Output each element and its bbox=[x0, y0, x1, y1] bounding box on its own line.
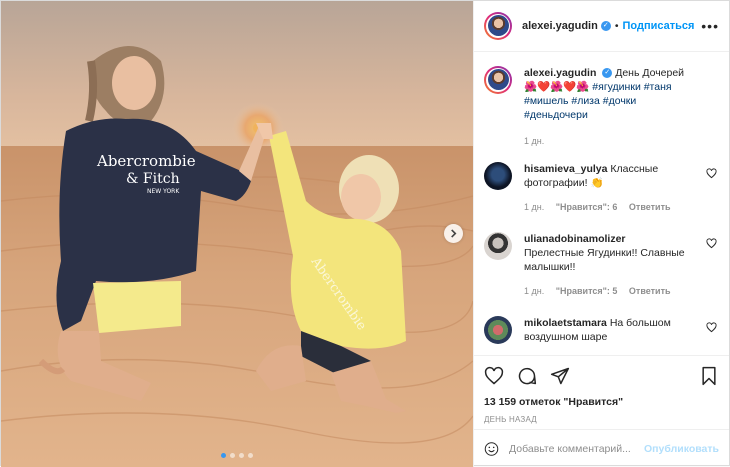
comment-body: mikolaetstamara На большом воздушном шар… bbox=[524, 316, 694, 344]
comment-item: hisamieva_yulya Классные фотографии! 👏 1… bbox=[484, 161, 719, 214]
post-date[interactable]: День назад bbox=[484, 415, 719, 424]
comment-item: mikolaetstamara На большом воздушном шар… bbox=[484, 315, 719, 344]
commenter-avatar[interactable] bbox=[484, 231, 512, 260]
comment-likes[interactable]: "Нравится": 5 bbox=[556, 286, 618, 296]
comment-time[interactable]: 1 дн. bbox=[524, 286, 544, 296]
heart-icon[interactable] bbox=[706, 168, 717, 179]
likes-count[interactable]: 13 159 отметок "Нравится" bbox=[484, 396, 719, 408]
commenter-avatar[interactable] bbox=[484, 315, 512, 344]
instagram-post: Abercrombie & Fitch NEW YORK Abercrombie bbox=[0, 0, 730, 467]
more-options-icon[interactable]: ••• bbox=[701, 18, 719, 34]
comment-text: Прелестные Ягудинки!! Славные малышки!! bbox=[524, 246, 685, 273]
bookmark-icon[interactable] bbox=[699, 366, 719, 386]
next-photo-button[interactable] bbox=[444, 224, 463, 243]
follow-button[interactable]: Подписаться bbox=[623, 20, 695, 32]
comment-username[interactable]: ulianadobinamolizer bbox=[524, 233, 626, 245]
chevron-right-icon bbox=[451, 229, 457, 238]
comment-meta: 1 дн. "Нравится": 6 Ответить bbox=[524, 200, 694, 214]
comment-input[interactable] bbox=[509, 442, 645, 455]
comment-username[interactable]: mikolaetstamara bbox=[524, 317, 607, 329]
comment-body: hisamieva_yulya Классные фотографии! 👏 1… bbox=[524, 162, 694, 214]
comment-time[interactable]: 1 дн. bbox=[524, 202, 544, 212]
sweatshirt-text-3: NEW YORK bbox=[147, 188, 180, 195]
carousel-dot bbox=[230, 453, 235, 458]
publish-button[interactable]: Опубликовать bbox=[644, 443, 719, 455]
comment-item: ulianadobinamolizer Прелестные Ягудинки!… bbox=[484, 231, 719, 298]
post-header: alexei.yagudin ✓ • Подписаться ••• bbox=[474, 1, 729, 52]
caption-avatar[interactable] bbox=[484, 65, 512, 94]
verified-badge-icon: ✓ bbox=[602, 68, 613, 79]
caption-time[interactable]: 1 дн. bbox=[524, 136, 544, 146]
comment-username[interactable]: hisamieva_yulya bbox=[524, 163, 607, 175]
caption: alexei.yagudin ✓ День Дочерей 🌺❤️🌺❤️🌺 #я… bbox=[484, 65, 719, 148]
action-icons bbox=[484, 364, 719, 388]
comment-bubble-icon[interactable] bbox=[517, 366, 537, 386]
reply-button[interactable]: Ответить bbox=[629, 286, 671, 296]
carousel-indicator bbox=[1, 453, 473, 458]
like-heart-icon[interactable] bbox=[484, 366, 504, 386]
caption-body: alexei.yagudin ✓ День Дочерей 🌺❤️🌺❤️🌺 #я… bbox=[524, 66, 694, 148]
heart-icon[interactable] bbox=[706, 322, 717, 333]
add-comment-bar: Опубликовать bbox=[474, 429, 729, 467]
emoji-smiley-icon[interactable] bbox=[484, 439, 499, 459]
header-separator: • bbox=[614, 19, 619, 32]
commenter-avatar[interactable] bbox=[484, 161, 512, 190]
comment-meta: 1 дн. "Нравится": 5 Ответить bbox=[524, 284, 694, 298]
author-avatar[interactable] bbox=[484, 11, 512, 40]
comments-list[interactable]: alexei.yagudin ✓ День Дочерей 🌺❤️🌺❤️🌺 #я… bbox=[474, 52, 729, 355]
comment-likes[interactable]: "Нравится": 6 bbox=[556, 202, 618, 212]
verified-badge-icon: ✓ bbox=[600, 20, 611, 31]
share-send-icon[interactable] bbox=[550, 366, 570, 386]
caption-username[interactable]: alexei.yagudin bbox=[524, 67, 596, 79]
comment-body: ulianadobinamolizer Прелестные Ягудинки!… bbox=[524, 232, 694, 298]
carousel-dot bbox=[239, 453, 244, 458]
sweatshirt-text-1: Abercrombie bbox=[96, 152, 196, 170]
sweatshirt-text-2: & Fitch bbox=[126, 171, 180, 187]
caption-meta: 1 дн. bbox=[524, 134, 694, 148]
desert-photo: Abercrombie & Fitch NEW YORK Abercrombie bbox=[1, 1, 473, 467]
carousel-dot bbox=[248, 453, 253, 458]
post-side-panel: alexei.yagudin ✓ • Подписаться ••• alexe… bbox=[473, 1, 729, 467]
post-photo[interactable]: Abercrombie & Fitch NEW YORK Abercrombie bbox=[1, 1, 473, 467]
reply-button[interactable]: Ответить bbox=[629, 202, 671, 212]
carousel-dot bbox=[221, 453, 226, 458]
heart-icon[interactable] bbox=[706, 238, 717, 249]
author-username[interactable]: alexei.yagudin bbox=[522, 20, 598, 32]
